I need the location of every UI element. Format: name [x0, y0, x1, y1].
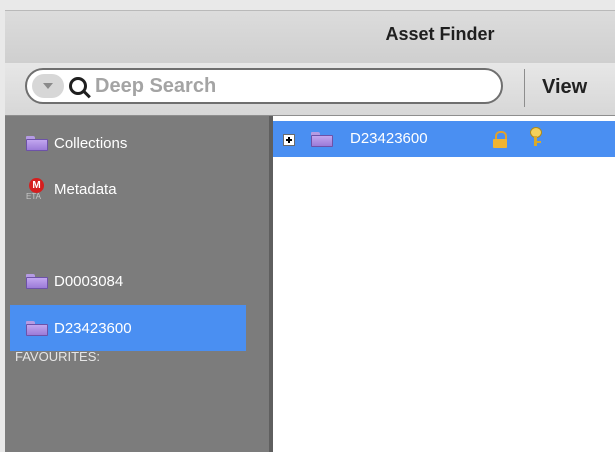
- toolbar: Deep Search View: [5, 63, 615, 116]
- tree-row[interactable]: D23423600: [273, 121, 615, 157]
- folder-icon: [311, 132, 333, 147]
- window-title: Asset Finder: [385, 24, 495, 44]
- sidebar-item-metadata[interactable]: M ETA Metadata: [10, 166, 246, 212]
- lock-icon: [493, 131, 507, 148]
- expand-icon[interactable]: [283, 134, 295, 146]
- folder-icon: [26, 320, 48, 336]
- content-pane: D23423600: [273, 116, 615, 452]
- key-icon: [529, 127, 542, 147]
- folder-icon: [26, 273, 48, 289]
- search-placeholder[interactable]: Deep Search: [95, 75, 216, 98]
- favourite-item-d0003084[interactable]: D0003084: [10, 258, 246, 304]
- favourite-item-label: D23423600: [54, 319, 132, 337]
- title-bar: Asset Finder: [5, 10, 615, 64]
- metadata-icon: M ETA: [26, 178, 48, 201]
- search-icon: [69, 77, 87, 95]
- tree-row-label: D23423600: [350, 130, 428, 147]
- asset-finder-window: Asset Finder Deep Search View Collection…: [0, 0, 615, 452]
- favourite-item-label: D0003084: [54, 272, 124, 290]
- toolbar-divider: [524, 69, 525, 107]
- favourite-item-d23423600[interactable]: D23423600: [10, 305, 246, 351]
- sidebar-item-collections[interactable]: Collections: [10, 120, 246, 166]
- view-button[interactable]: View: [542, 76, 587, 99]
- favourites-header: FAVOURITES:: [15, 349, 100, 364]
- search-options-dropdown[interactable]: [32, 74, 64, 98]
- folder-icon: [26, 135, 48, 151]
- sidebar-item-label: Collections: [54, 134, 128, 152]
- search-field[interactable]: Deep Search: [25, 68, 503, 104]
- sidebar-item-label: Metadata: [54, 180, 117, 198]
- sidebar: Collections M ETA Metadata FAVOURITES: D0…: [5, 116, 269, 452]
